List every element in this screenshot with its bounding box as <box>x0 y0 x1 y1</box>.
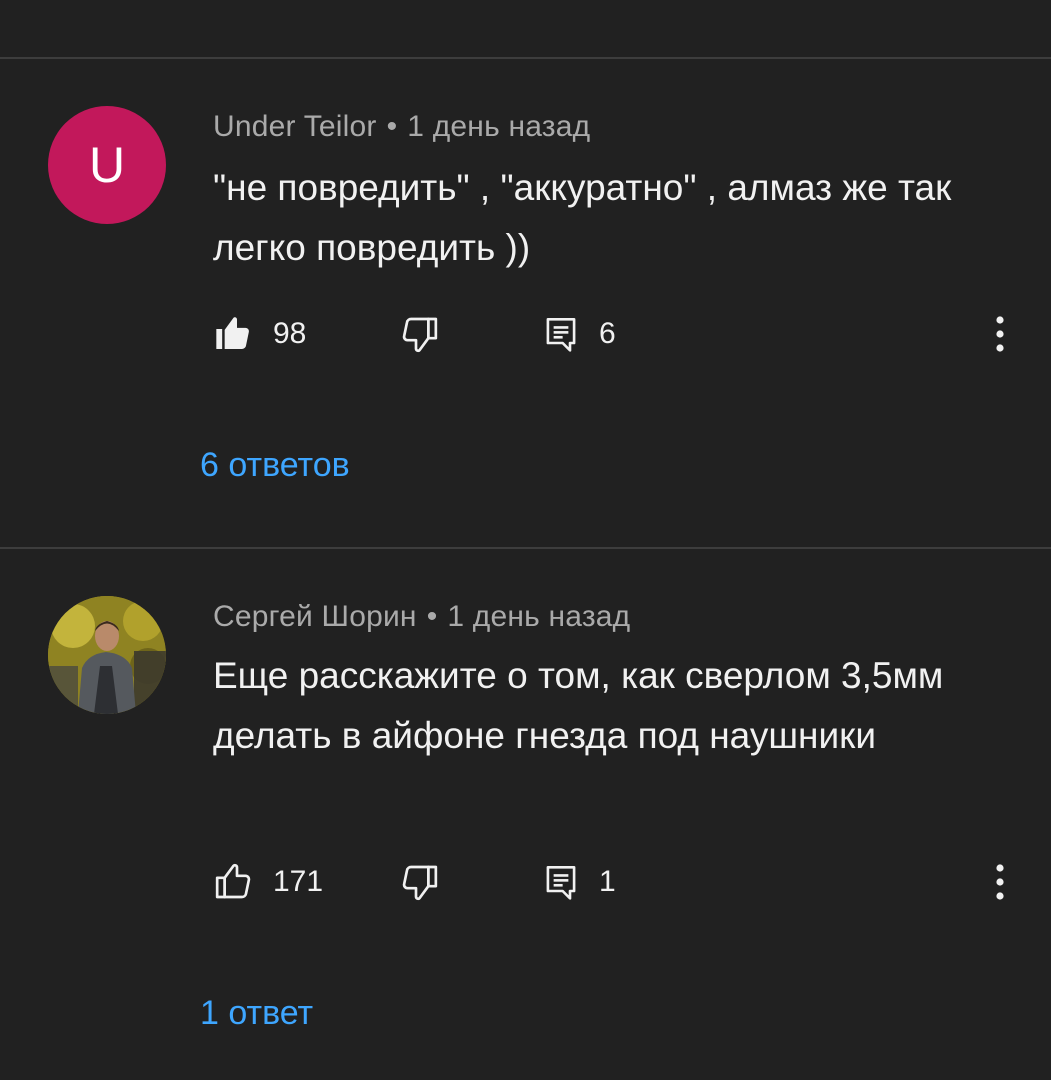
avatar[interactable] <box>48 596 166 714</box>
comment-time: 1 день назад <box>407 110 591 143</box>
more-options-button[interactable] <box>985 312 1015 356</box>
avatar[interactable]: U <box>48 106 166 224</box>
more-vert-icon <box>996 316 1004 352</box>
reply-count: 6 <box>599 317 616 350</box>
top-bar <box>0 0 1051 57</box>
meta-separator: • <box>386 110 398 143</box>
comment-meta: Under Teilor • 1 день назад <box>213 110 590 144</box>
comment-actions: 98 6 <box>213 310 1033 358</box>
reply-button[interactable]: 6 <box>543 310 616 358</box>
comment-icon <box>546 317 576 352</box>
comment-time: 1 день назад <box>447 600 631 633</box>
like-button[interactable]: 98 <box>213 310 306 358</box>
view-replies-link[interactable]: 1 ответ <box>200 994 313 1033</box>
dislike-button[interactable] <box>400 310 440 358</box>
like-count: 98 <box>273 317 307 350</box>
more-vert-icon <box>996 864 1004 900</box>
dislike-button[interactable] <box>400 858 440 906</box>
comment-meta: Сергей Шорин • 1 день назад <box>213 600 630 634</box>
more-options-button[interactable] <box>985 860 1015 904</box>
thumbs-up-filled-icon <box>216 317 249 349</box>
like-count: 171 <box>273 865 324 898</box>
thumbs-down-icon <box>402 317 438 353</box>
divider <box>0 547 1051 549</box>
reply-button[interactable]: 1 <box>543 858 616 906</box>
reply-count: 1 <box>599 865 616 898</box>
view-replies-link[interactable]: 6 ответов <box>200 446 350 485</box>
comment-actions: 171 1 <box>213 858 1033 906</box>
like-button[interactable]: 171 <box>213 858 323 906</box>
avatar-photo <box>48 596 166 714</box>
divider <box>0 57 1051 59</box>
meta-separator: • <box>426 600 438 633</box>
thumbs-down-icon <box>402 865 438 901</box>
author-name[interactable]: Сергей Шорин <box>213 600 417 633</box>
thumbs-up-icon <box>215 863 251 899</box>
comment-text: "не повредить" , "аккуратно" , алмаз же … <box>213 167 952 268</box>
comment-icon <box>546 865 576 900</box>
comment-text: Еще расскажите о том, как сверлом 3,5мм … <box>213 655 944 756</box>
author-name[interactable]: Under Teilor <box>213 110 377 143</box>
